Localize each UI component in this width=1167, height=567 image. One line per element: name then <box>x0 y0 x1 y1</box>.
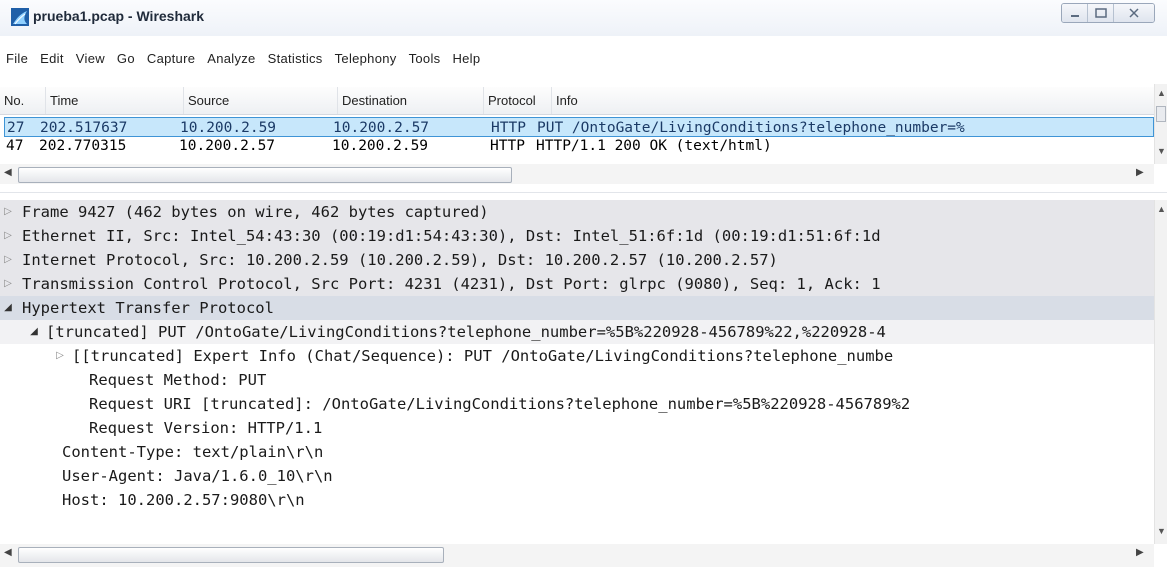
menu-view[interactable]: View <box>70 48 111 70</box>
packet-info: PUT /OntoGate/LivingConditions?telephone… <box>537 120 965 136</box>
menu-file[interactable]: File <box>0 48 34 70</box>
maximize-icon[interactable] <box>1088 4 1114 22</box>
tree-item-frame[interactable]: ▷ Frame 9427 (462 bytes on wire, 462 byt… <box>0 200 1154 224</box>
packet-destination: 10.200.2.57 <box>333 120 430 136</box>
menu-help[interactable]: Help <box>446 48 486 70</box>
tree-item-label: Request Method: PUT <box>89 371 267 389</box>
packet-list-vscroll[interactable]: ▲ ▼ <box>1154 84 1167 164</box>
expand-arrow-icon[interactable]: ▷ <box>2 248 14 272</box>
packet-source: 10.200.2.59 <box>180 120 277 136</box>
column-time[interactable]: Time <box>46 87 184 114</box>
packet-protocol: HTTP <box>491 120 526 136</box>
expand-arrow-icon[interactable]: ▷ <box>2 200 14 224</box>
tree-item-label: Transmission Control Protocol, Src Port:… <box>22 275 881 293</box>
packet-list-hscroll[interactable]: ◀ ▶ <box>0 164 1154 184</box>
scroll-down-icon[interactable]: ▼ <box>1157 526 1166 536</box>
collapse-arrow-icon[interactable]: ◢ <box>2 296 14 320</box>
column-destination[interactable]: Destination <box>338 87 484 114</box>
window-title: prueba1.pcap - Wireshark <box>33 8 205 24</box>
packet-no: 47 <box>6 138 24 154</box>
tree-item-user-agent[interactable]: User-Agent: Java/1.6.0_10\r\n <box>0 464 1154 488</box>
close-icon[interactable] <box>1114 4 1154 22</box>
tree-item-label: Request Version: HTTP/1.1 <box>89 419 323 437</box>
minimize-icon[interactable] <box>1062 4 1088 22</box>
packet-details-vscroll[interactable]: ▲ ▼ <box>1154 200 1167 544</box>
tree-item-expert-info[interactable]: ▷ [[truncated] Expert Info (Chat/Sequenc… <box>0 344 1154 368</box>
tree-item-ethernet[interactable]: ▷ Ethernet II, Src: Intel_54:43:30 (00:1… <box>0 224 1154 248</box>
packet-row[interactable]: 47 202.770315 10.200.2.57 10.200.2.59 HT… <box>4 136 1154 156</box>
packet-row[interactable]: 27 202.517637 10.200.2.59 10.200.2.57 HT… <box>4 117 1154 137</box>
scroll-thumb[interactable] <box>18 167 512 183</box>
packet-info: HTTP/1.1 200 OK (text/html) <box>536 138 772 154</box>
scroll-up-icon[interactable]: ▲ <box>1157 88 1166 98</box>
packet-list-header: No. Time Source Destination Protocol Inf… <box>0 87 1154 115</box>
scroll-thumb[interactable] <box>1156 106 1166 122</box>
column-source[interactable]: Source <box>184 87 338 114</box>
tree-item-tcp[interactable]: ▷ Transmission Control Protocol, Src Por… <box>0 272 1154 296</box>
tree-item-request-version[interactable]: Request Version: HTTP/1.1 <box>0 416 1154 440</box>
tree-item-request-line[interactable]: ◢ [truncated] PUT /OntoGate/LivingCondit… <box>0 320 1154 344</box>
tree-item-label: [[truncated] Expert Info (Chat/Sequence)… <box>72 347 894 365</box>
packet-protocol: HTTP <box>490 138 525 154</box>
packet-time: 202.770315 <box>39 138 127 154</box>
tree-item-content-type[interactable]: Content-Type: text/plain\r\n <box>0 440 1154 464</box>
scroll-down-icon[interactable]: ▼ <box>1157 146 1166 156</box>
tree-item-label: Content-Type: text/plain\r\n <box>62 443 324 461</box>
tree-item-http[interactable]: ◢ Hypertext Transfer Protocol <box>0 296 1154 320</box>
menu-analyze[interactable]: Analyze <box>201 48 261 70</box>
title-bar: prueba1.pcap - Wireshark <box>0 0 1167 36</box>
packet-details: ▷ Frame 9427 (462 bytes on wire, 462 byt… <box>0 200 1154 544</box>
tree-item-host[interactable]: Host: 10.200.2.57:9080\r\n <box>0 488 1154 512</box>
tree-item-request-uri[interactable]: Request URI [truncated]: /OntoGate/Livin… <box>0 392 1154 416</box>
menu-edit[interactable]: Edit <box>34 48 70 70</box>
menu-go[interactable]: Go <box>111 48 141 70</box>
scroll-right-icon[interactable]: ▶ <box>1136 167 1144 178</box>
tree-item-label: Host: 10.200.2.57:9080\r\n <box>62 491 305 509</box>
tree-item-ip[interactable]: ▷ Internet Protocol, Src: 10.200.2.59 (1… <box>0 248 1154 272</box>
expand-arrow-icon[interactable]: ▷ <box>2 224 14 248</box>
menu-bar: File Edit View Go Capture Analyze Statis… <box>0 48 486 70</box>
expand-arrow-icon[interactable]: ▷ <box>54 344 66 368</box>
column-no[interactable]: No. <box>0 87 46 114</box>
menu-tools[interactable]: Tools <box>403 48 447 70</box>
menu-statistics[interactable]: Statistics <box>262 48 329 70</box>
packet-time: 202.517637 <box>40 120 128 136</box>
menu-capture[interactable]: Capture <box>141 48 201 70</box>
pane-divider[interactable] <box>0 192 1167 198</box>
tree-item-label: Ethernet II, Src: Intel_54:43:30 (00:19:… <box>22 227 881 245</box>
wireshark-fin-icon <box>11 8 29 26</box>
expand-arrow-icon[interactable]: ▷ <box>2 272 14 296</box>
tree-item-label: User-Agent: Java/1.6.0_10\r\n <box>62 467 333 485</box>
tree-item-label: Frame 9427 (462 bytes on wire, 462 bytes… <box>22 203 489 221</box>
packet-no: 27 <box>7 120 25 136</box>
scroll-thumb[interactable] <box>18 547 444 563</box>
packet-destination: 10.200.2.59 <box>332 138 429 154</box>
tree-item-label: Request URI [truncated]: /OntoGate/Livin… <box>89 395 911 413</box>
collapse-arrow-icon[interactable]: ◢ <box>28 320 40 344</box>
tree-item-label: [truncated] PUT /OntoGate/LivingConditio… <box>46 323 886 341</box>
tree-item-label: Internet Protocol, Src: 10.200.2.59 (10.… <box>22 251 778 269</box>
menu-telephony[interactable]: Telephony <box>329 48 403 70</box>
scroll-right-icon[interactable]: ▶ <box>1136 547 1144 558</box>
tree-item-request-method[interactable]: Request Method: PUT <box>0 368 1154 392</box>
packet-list: No. Time Source Destination Protocol Inf… <box>0 84 1154 164</box>
tree-item-label: Hypertext Transfer Protocol <box>22 299 274 317</box>
packet-details-hscroll[interactable]: ◀ ▶ <box>0 544 1154 567</box>
column-protocol[interactable]: Protocol <box>484 87 552 114</box>
scroll-left-icon[interactable]: ◀ <box>4 547 12 558</box>
scroll-left-icon[interactable]: ◀ <box>4 167 12 178</box>
scroll-up-icon[interactable]: ▲ <box>1157 204 1166 214</box>
column-info[interactable]: Info <box>552 87 1142 114</box>
packet-source: 10.200.2.57 <box>179 138 276 154</box>
window-controls <box>1061 3 1155 23</box>
